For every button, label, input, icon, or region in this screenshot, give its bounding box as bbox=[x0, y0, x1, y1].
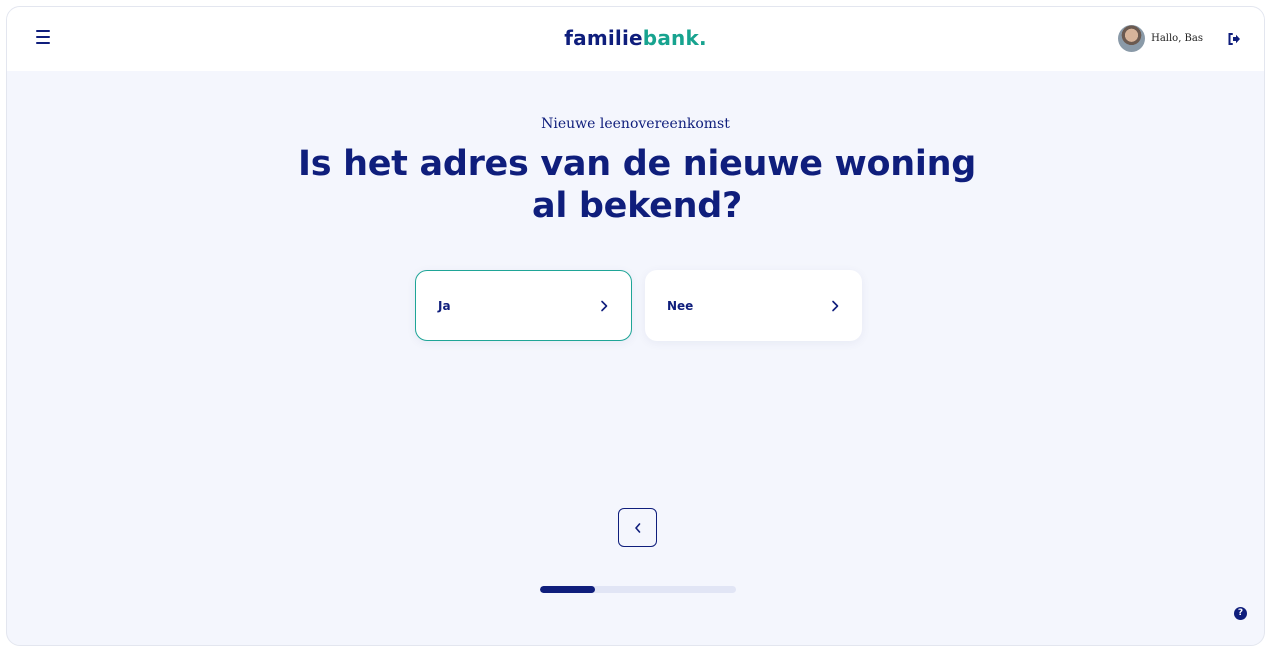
back-button[interactable] bbox=[618, 508, 657, 547]
logo-text-dot: . bbox=[698, 26, 707, 50]
logo-text-bank: bank bbox=[642, 26, 699, 50]
familiebank-logo[interactable]: familiebank. bbox=[7, 26, 1264, 50]
progress-bar bbox=[540, 586, 736, 593]
question-heading: Is het adres van de nieuwe woning al bek… bbox=[297, 144, 976, 226]
logo-text-familie: familie bbox=[564, 26, 643, 50]
option-nee-button[interactable]: Nee bbox=[645, 270, 862, 341]
chevron-left-icon bbox=[634, 522, 640, 533]
chevron-right-icon bbox=[601, 300, 608, 311]
app-frame: familiebank. Hallo, Bas Nieuwe leenovere… bbox=[6, 6, 1265, 646]
logout-icon[interactable] bbox=[1227, 32, 1241, 46]
greeting: Hallo, Bas bbox=[1151, 33, 1203, 44]
top-bar: familiebank. Hallo, Bas bbox=[7, 7, 1264, 71]
option-ja-button[interactable]: Ja bbox=[415, 270, 632, 341]
chevron-right-icon bbox=[832, 300, 839, 311]
option-label: Nee bbox=[667, 298, 694, 313]
eyebrow-title: Nieuwe leenovereenkomst bbox=[541, 116, 730, 132]
user-menu: Hallo, Bas bbox=[1118, 25, 1241, 52]
progress-fill bbox=[540, 586, 595, 593]
help-button[interactable]: ? bbox=[1234, 607, 1247, 620]
option-label: Ja bbox=[438, 298, 451, 313]
avatar[interactable] bbox=[1118, 25, 1146, 52]
